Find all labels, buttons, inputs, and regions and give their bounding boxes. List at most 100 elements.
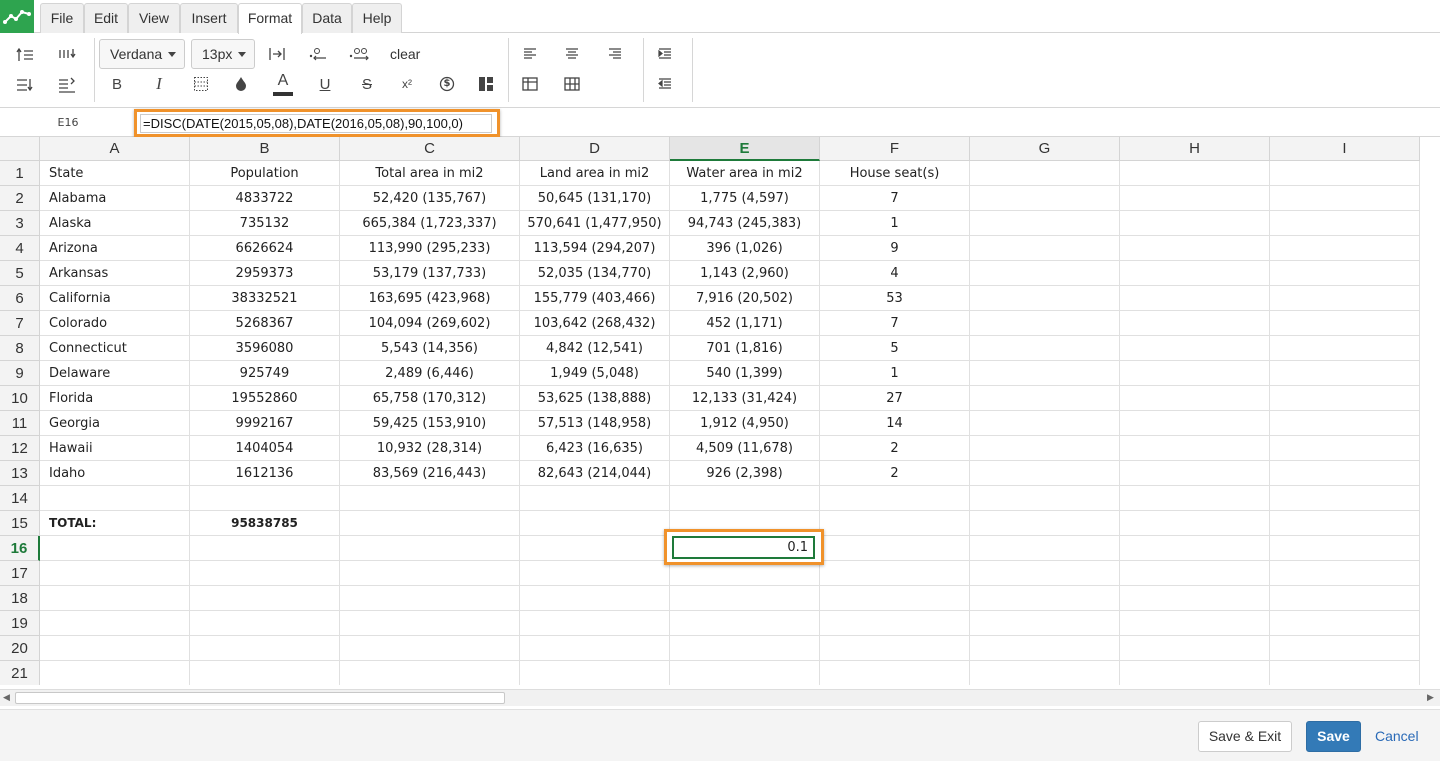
column-header-a[interactable]: A: [40, 137, 190, 161]
indent-icon[interactable]: [654, 43, 676, 65]
menu-tab-data[interactable]: Data: [302, 3, 352, 33]
cell-g1[interactable]: [970, 161, 1120, 186]
row-header-16[interactable]: 16: [0, 536, 40, 561]
cell-c6[interactable]: 163,695 (423,968): [340, 286, 520, 311]
cell-b9[interactable]: 925749: [190, 361, 340, 386]
cell-d8[interactable]: 4,842 (12,541): [520, 336, 670, 361]
cell-d11[interactable]: 57,513 (148,958): [520, 411, 670, 436]
bold-button[interactable]: B: [106, 73, 128, 95]
cell-h9[interactable]: [1120, 361, 1270, 386]
cell-a17[interactable]: [40, 561, 190, 586]
cell-a10[interactable]: Florida: [40, 386, 190, 411]
cell-h19[interactable]: [1120, 611, 1270, 636]
scroll-right-icon[interactable]: ▶: [1427, 693, 1437, 703]
cell-f15[interactable]: [820, 511, 970, 536]
cell-g12[interactable]: [970, 436, 1120, 461]
cell-f5[interactable]: 4: [820, 261, 970, 286]
cell-a16[interactable]: [40, 536, 190, 561]
cell-e7[interactable]: 452 (1,171): [670, 311, 820, 336]
cell-h1[interactable]: [1120, 161, 1270, 186]
outdent-icon[interactable]: [654, 73, 676, 95]
cell-e10[interactable]: 12,133 (31,424): [670, 386, 820, 411]
cell-i15[interactable]: [1270, 511, 1420, 536]
menu-tab-file[interactable]: File: [40, 3, 84, 33]
cell-h5[interactable]: [1120, 261, 1270, 286]
cell-g5[interactable]: [970, 261, 1120, 286]
cell-d5[interactable]: 52,035 (134,770): [520, 261, 670, 286]
cell-h20[interactable]: [1120, 636, 1270, 661]
column-header-g[interactable]: G: [970, 137, 1120, 161]
insert-column-icon[interactable]: [56, 44, 78, 66]
cell-c7[interactable]: 104,094 (269,602): [340, 311, 520, 336]
fill-color-icon[interactable]: [230, 73, 252, 95]
cell-a9[interactable]: Delaware: [40, 361, 190, 386]
cell-f21[interactable]: [820, 661, 970, 685]
cell-d16[interactable]: [520, 536, 670, 561]
cell-i4[interactable]: [1270, 236, 1420, 261]
cell-f20[interactable]: [820, 636, 970, 661]
cell-b7[interactable]: 5268367: [190, 311, 340, 336]
cell-a5[interactable]: Arkansas: [40, 261, 190, 286]
cell-i17[interactable]: [1270, 561, 1420, 586]
underline-button[interactable]: U: [314, 73, 336, 95]
vertical-align-middle-icon[interactable]: [561, 73, 583, 95]
cell-a20[interactable]: [40, 636, 190, 661]
cell-c18[interactable]: [340, 586, 520, 611]
cell-d19[interactable]: [520, 611, 670, 636]
cell-b4[interactable]: 6626624: [190, 236, 340, 261]
row-header-2[interactable]: 2: [0, 186, 40, 211]
cell-g17[interactable]: [970, 561, 1120, 586]
cell-b2[interactable]: 4833722: [190, 186, 340, 211]
cell-c17[interactable]: [340, 561, 520, 586]
cell-c20[interactable]: [340, 636, 520, 661]
cell-b21[interactable]: [190, 661, 340, 685]
cell-b5[interactable]: 2959373: [190, 261, 340, 286]
cell-d3[interactable]: 570,641 (1,477,950): [520, 211, 670, 236]
cell-e11[interactable]: 1,912 (4,950): [670, 411, 820, 436]
cell-f18[interactable]: [820, 586, 970, 611]
cell-e1[interactable]: Water area in mi2: [670, 161, 820, 186]
cell-a21[interactable]: [40, 661, 190, 685]
scroll-left-icon[interactable]: ◀: [3, 693, 13, 703]
row-header-20[interactable]: 20: [0, 636, 40, 661]
cell-a12[interactable]: Hawaii: [40, 436, 190, 461]
decrease-decimal-icon[interactable]: [307, 43, 329, 65]
save-exit-button[interactable]: Save & Exit: [1198, 721, 1292, 752]
cell-b1[interactable]: Population: [190, 161, 340, 186]
cell-a1[interactable]: State: [40, 161, 190, 186]
cell-e3[interactable]: 94,743 (245,383): [670, 211, 820, 236]
cell-d2[interactable]: 50,645 (131,170): [520, 186, 670, 211]
cell-d6[interactable]: 155,779 (403,466): [520, 286, 670, 311]
cell-f6[interactable]: 53: [820, 286, 970, 311]
row-header-18[interactable]: 18: [0, 586, 40, 611]
cell-i7[interactable]: [1270, 311, 1420, 336]
column-header-i[interactable]: I: [1270, 137, 1420, 161]
cell-e2[interactable]: 1,775 (4,597): [670, 186, 820, 211]
cell-c9[interactable]: 2,489 (6,446): [340, 361, 520, 386]
delete-row-icon[interactable]: [14, 74, 36, 96]
cell-a4[interactable]: Arizona: [40, 236, 190, 261]
cell-g18[interactable]: [970, 586, 1120, 611]
menu-tab-insert[interactable]: Insert: [180, 3, 238, 33]
row-header-14[interactable]: 14: [0, 486, 40, 511]
cell-g16[interactable]: [970, 536, 1120, 561]
row-header-19[interactable]: 19: [0, 611, 40, 636]
row-header-8[interactable]: 8: [0, 336, 40, 361]
cell-f16[interactable]: [820, 536, 970, 561]
cell-i11[interactable]: [1270, 411, 1420, 436]
cell-c5[interactable]: 53,179 (137,733): [340, 261, 520, 286]
cell-f8[interactable]: 5: [820, 336, 970, 361]
cell-i2[interactable]: [1270, 186, 1420, 211]
cell-e21[interactable]: [670, 661, 820, 685]
cell-c15[interactable]: [340, 511, 520, 536]
cell-i14[interactable]: [1270, 486, 1420, 511]
cell-e5[interactable]: 1,143 (2,960): [670, 261, 820, 286]
cell-g7[interactable]: [970, 311, 1120, 336]
cell-b19[interactable]: [190, 611, 340, 636]
cell-f4[interactable]: 9: [820, 236, 970, 261]
cell-b12[interactable]: 1404054: [190, 436, 340, 461]
superscript-button[interactable]: x²: [396, 73, 418, 95]
row-header-11[interactable]: 11: [0, 411, 40, 436]
cell-f10[interactable]: 27: [820, 386, 970, 411]
cell-h18[interactable]: [1120, 586, 1270, 611]
